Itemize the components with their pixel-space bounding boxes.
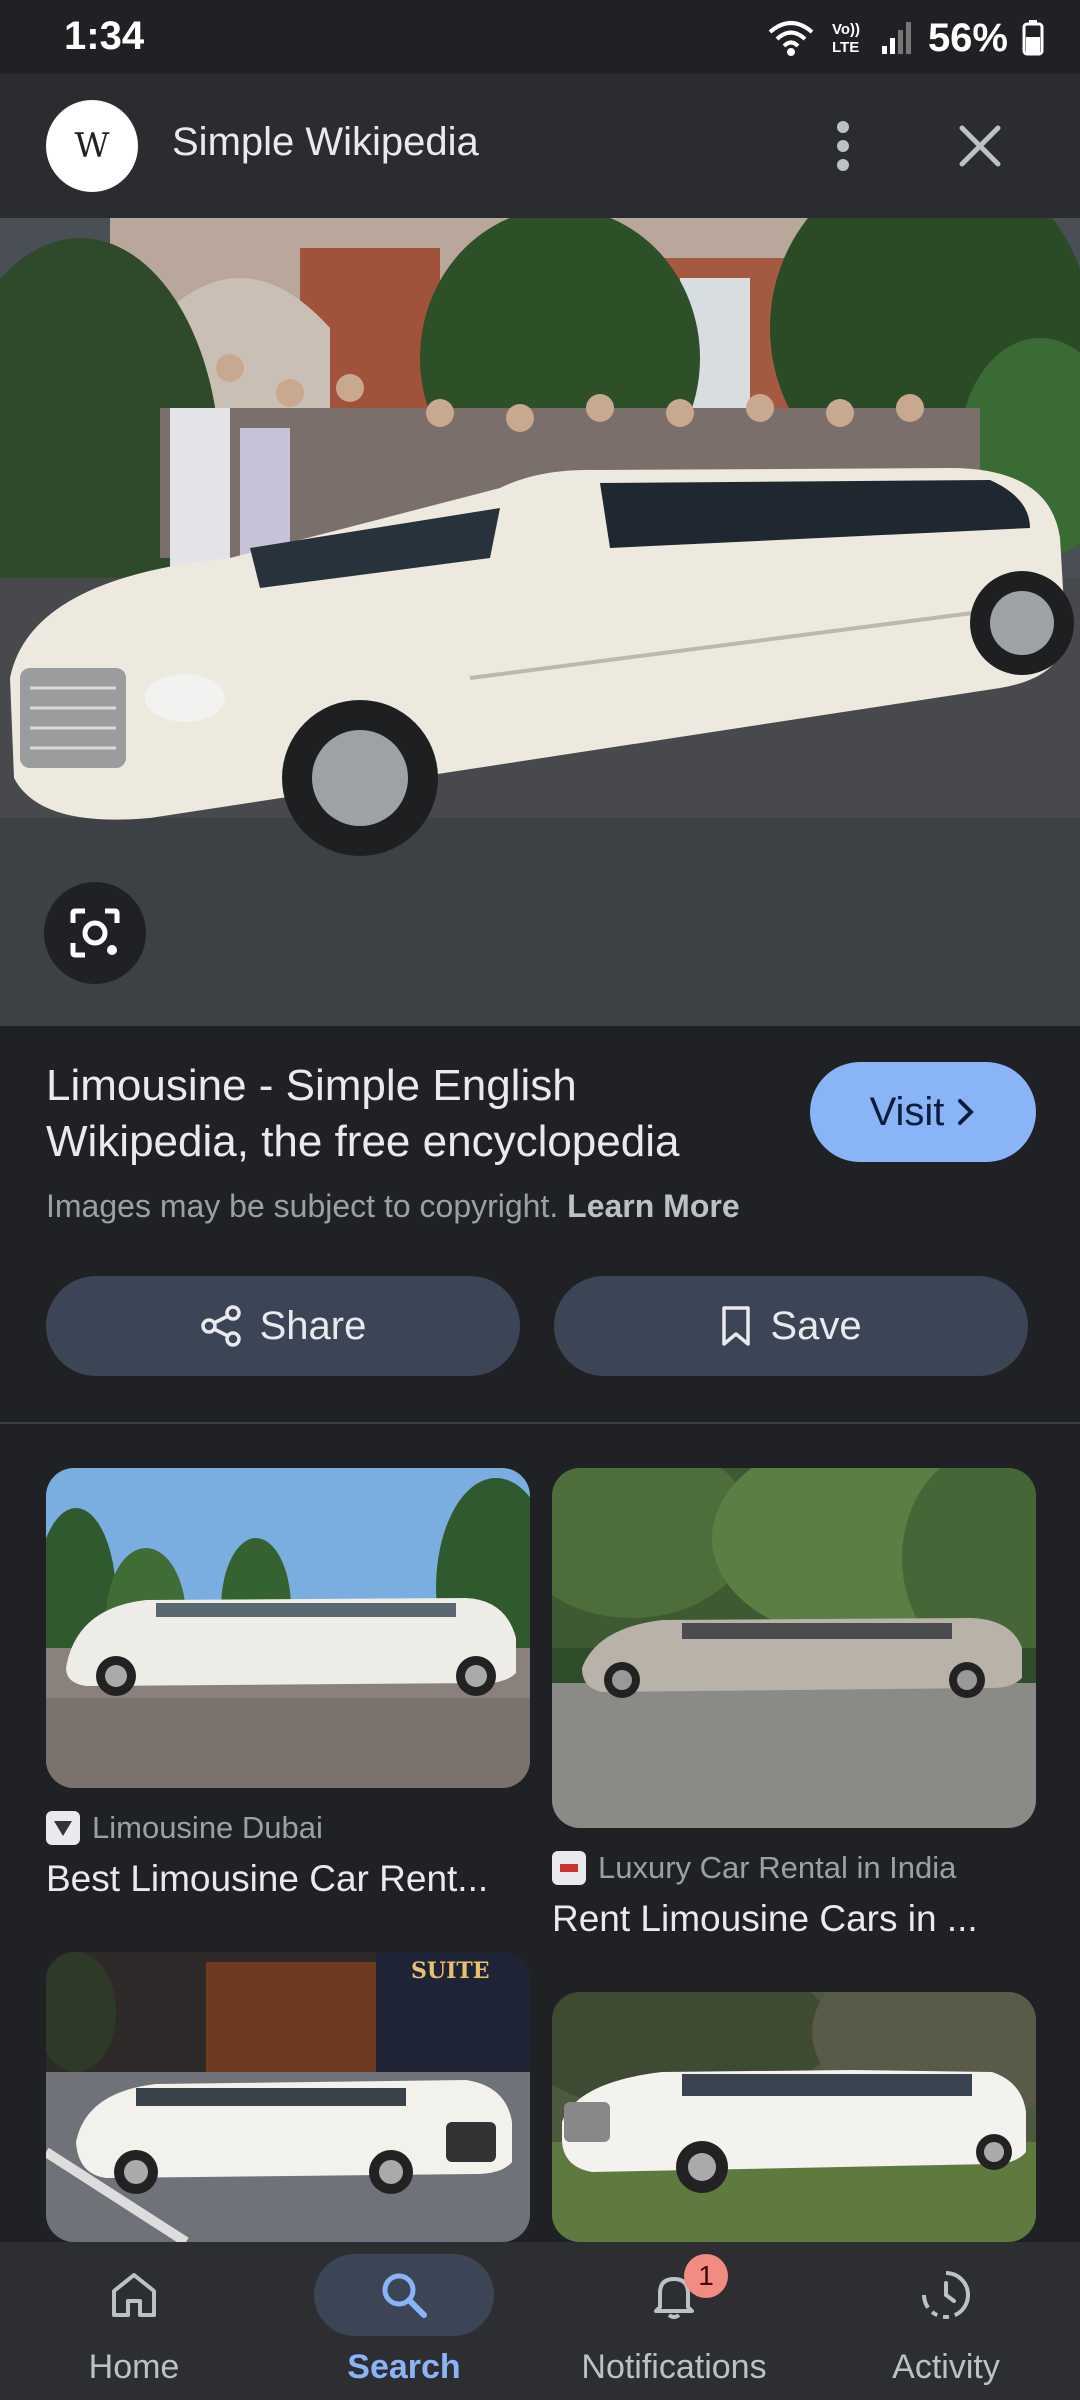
share-label: Share: [259, 1303, 367, 1348]
site-name[interactable]: Simple Wikipedia: [172, 120, 479, 165]
nav-search[interactable]: Search: [304, 2242, 504, 2400]
status-bar: 1:34 Vo)) LTE 56%: [0, 0, 1080, 74]
lens-icon: [70, 908, 120, 958]
related-title-1[interactable]: Best Limousine Car Rent...: [46, 1858, 532, 1900]
chevron-right-icon: [958, 1099, 975, 1125]
nav-home-label: Home: [88, 2348, 180, 2386]
source-favicon-icon: [552, 1851, 586, 1885]
visit-button-label: Visit: [869, 1089, 945, 1134]
wifi-icon: [768, 21, 814, 56]
main-image[interactable]: [0, 218, 1080, 1026]
share-icon: [200, 1305, 241, 1347]
signal-icon: [881, 22, 911, 54]
nav-notifications-label: Notifications: [581, 2348, 767, 2386]
copyright-notice: Images may be subject to copyright. Lear…: [46, 1188, 740, 1225]
nav-home-icon-wrap: [44, 2254, 224, 2336]
nav-activity-icon-wrap: [856, 2254, 1036, 2336]
more-vert-icon: [837, 121, 849, 171]
source-favicon-icon: [46, 1811, 80, 1845]
limousine-photo: [0, 218, 1080, 1026]
bottom-navigation: Home Search 1 Notifications Activity: [0, 2242, 1080, 2400]
related-image-1[interactable]: [46, 1468, 530, 1788]
home-icon: [112, 2273, 156, 2317]
svg-text:Vo)): Vo)): [832, 21, 860, 38]
related-source-name: Limousine Dubai: [92, 1810, 323, 1845]
save-label: Save: [770, 1303, 862, 1348]
battery-icon: [1022, 20, 1044, 56]
viewer-header: W Simple Wikipedia: [0, 74, 1080, 218]
lens-search-button[interactable]: [44, 882, 146, 984]
nav-activity[interactable]: Activity: [846, 2242, 1046, 2400]
nav-home[interactable]: Home: [34, 2242, 234, 2400]
share-button[interactable]: Share: [46, 1276, 520, 1376]
bookmark-icon: [722, 1306, 751, 1346]
search-icon: [382, 2273, 427, 2318]
nav-search-label: Search: [347, 2348, 461, 2386]
svg-text:LTE: LTE: [832, 39, 859, 56]
status-time: 1:34: [64, 14, 145, 58]
copyright-text: Images may be subject to copyright.: [46, 1188, 559, 1224]
nav-search-icon-wrap: [314, 2254, 494, 2336]
svg-text:SUITE: SUITE: [411, 1958, 490, 1984]
related-title-2[interactable]: Rent Limousine Cars in ...: [552, 1898, 1038, 1940]
more-options-button[interactable]: [812, 110, 874, 182]
related-photo-2: [552, 1468, 1036, 1828]
nav-notifications-icon-wrap: 1: [584, 2254, 764, 2336]
save-button[interactable]: Save: [554, 1276, 1028, 1376]
result-title[interactable]: Limousine - Simple English Wikipedia, th…: [46, 1058, 786, 1170]
related-photo-1: [46, 1468, 530, 1788]
close-button[interactable]: [944, 110, 1016, 182]
related-source-2[interactable]: Luxury Car Rental in India: [552, 1850, 956, 1886]
nav-notifications[interactable]: 1 Notifications: [574, 2242, 774, 2400]
close-icon: [959, 125, 1001, 167]
nav-activity-label: Activity: [892, 2348, 1000, 2386]
notification-badge: 1: [684, 2254, 728, 2298]
divider: [0, 1422, 1080, 1424]
related-source-1[interactable]: Limousine Dubai: [46, 1810, 323, 1846]
related-image-3[interactable]: SUITE: [46, 1952, 530, 2242]
site-logo[interactable]: W: [46, 100, 138, 192]
site-logo-text: W: [74, 126, 110, 166]
activity-icon: [922, 2271, 970, 2319]
battery-percent: 56%: [927, 15, 1008, 60]
volte-icon: Vo)) LTE: [832, 21, 860, 56]
learn-more-link[interactable]: Learn More: [567, 1188, 739, 1224]
related-image-2[interactable]: [552, 1468, 1036, 1828]
visit-button[interactable]: Visit: [810, 1062, 1036, 1162]
related-image-4[interactable]: [552, 1992, 1036, 2242]
related-photo-3: SUITE: [46, 1952, 530, 2242]
related-source-name: Luxury Car Rental in India: [598, 1850, 957, 1885]
status-icons: Vo)) LTE 56%: [766, 14, 1044, 62]
related-photo-4: [552, 1992, 1036, 2242]
